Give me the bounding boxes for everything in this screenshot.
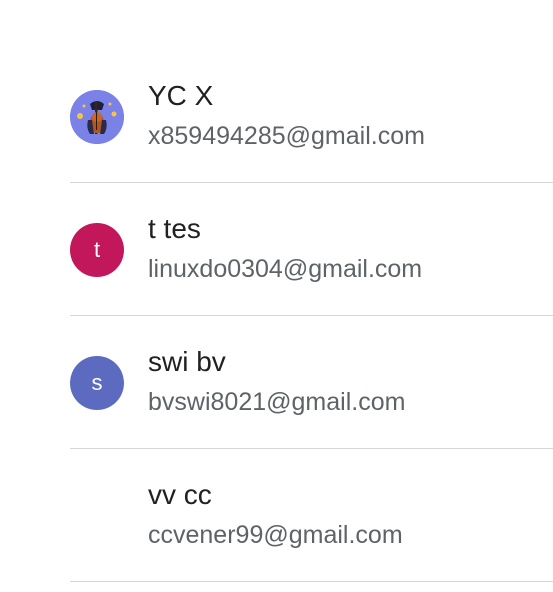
account-row-swi-bv[interactable]: s swi bv bvswi8021@gmail.com: [0, 316, 553, 449]
account-name: YC X: [148, 80, 214, 111]
account-info: vv cc ccvener99@gmail.com: [148, 478, 403, 551]
account-list: YC X x859494285@gmail.com t t tes linuxd…: [0, 50, 553, 582]
account-row-t-tes[interactable]: t t tes linuxdo0304@gmail.com: [0, 183, 553, 316]
account-row-vv-cc[interactable]: vv cc ccvener99@gmail.com: [0, 449, 553, 582]
account-info: t tes linuxdo0304@gmail.com: [148, 212, 422, 285]
account-info: swi bv bvswi8021@gmail.com: [148, 345, 405, 418]
account-name: swi bv: [148, 346, 226, 377]
account-row-yc-x[interactable]: YC X x859494285@gmail.com: [0, 50, 553, 183]
divider: [70, 581, 553, 582]
account-info: YC X x859494285@gmail.com: [148, 79, 425, 152]
cello-player-avatar-icon: [70, 90, 124, 144]
account-name: t tes: [148, 213, 201, 244]
account-email: ccvener99@gmail.com: [148, 521, 403, 549]
account-name: vv cc: [148, 479, 212, 510]
avatar: s: [70, 356, 124, 410]
account-email: bvswi8021@gmail.com: [148, 388, 406, 416]
avatar: [70, 90, 124, 144]
account-email: linuxdo0304@gmail.com: [148, 255, 423, 283]
avatar-letter: t: [93, 237, 101, 262]
avatar: t: [70, 223, 124, 277]
account-email: x859494285@gmail.com: [148, 122, 425, 150]
avatar-letter: s: [91, 370, 103, 395]
